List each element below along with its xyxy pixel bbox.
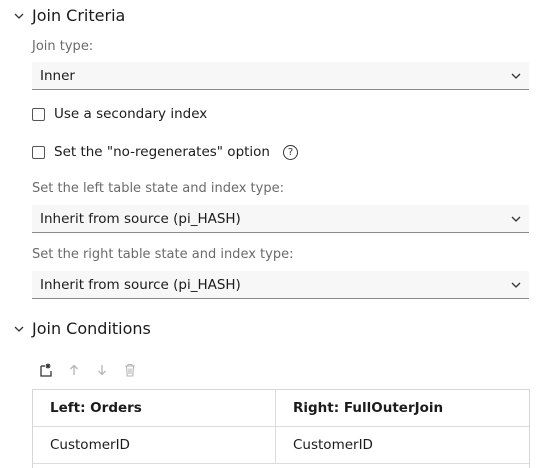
trash-icon[interactable]: [122, 362, 138, 378]
chevron-down-icon: [509, 212, 523, 226]
left-state-value: Inherit from source (pi_HASH): [40, 210, 241, 227]
right-field-cell[interactable]: CustomerID: [276, 427, 519, 463]
join-type-value: Inner: [40, 67, 75, 84]
chevron-down-icon: [509, 278, 523, 292]
no-regenerates-row[interactable]: Set the "no-regenerates" option ?: [32, 144, 298, 160]
column-header-left[interactable]: Left: Orders: [33, 390, 276, 426]
left-field-cell[interactable]: CustomerID: [33, 427, 276, 463]
left-state-select[interactable]: Inherit from source (pi_HASH): [32, 205, 529, 233]
chevron-down-icon: [509, 69, 523, 83]
secondary-index-row[interactable]: Use a secondary index: [32, 106, 207, 122]
conditions-table: Left: Orders Right: FullOuterJoin Custom…: [32, 389, 530, 468]
right-state-label: Set the right table state and index type…: [32, 247, 294, 262]
table-row[interactable]: CustomerID CustomerID: [33, 427, 529, 464]
tool-configuration-panel: Join Criteria Join type: Inner Use a sec…: [0, 0, 540, 468]
join-conditions-header[interactable]: Join Conditions: [12, 319, 151, 338]
arrow-down-icon[interactable]: [94, 362, 110, 378]
table-header-row: Left: Orders Right: FullOuterJoin: [33, 390, 529, 427]
help-icon[interactable]: ?: [283, 144, 298, 160]
left-state-label: Set the left table state and index type:: [32, 181, 284, 196]
no-regenerates-checkbox[interactable]: [32, 145, 45, 159]
conditions-toolbar: [38, 362, 138, 378]
join-criteria-title: Join Criteria: [32, 6, 126, 25]
join-type-label: Join type:: [32, 39, 94, 54]
column-header-right[interactable]: Right: FullOuterJoin: [276, 390, 519, 426]
chevron-down-icon[interactable]: [12, 9, 26, 23]
secondary-index-label: Use a secondary index: [54, 106, 208, 122]
join-criteria-header[interactable]: Join Criteria: [12, 6, 125, 25]
join-type-select[interactable]: Inner: [32, 62, 529, 90]
join-conditions-title: Join Conditions: [32, 319, 151, 338]
add-row-icon[interactable]: [38, 362, 54, 378]
right-state-select[interactable]: Inherit from source (pi_HASH): [32, 271, 529, 299]
right-state-value: Inherit from source (pi_HASH): [40, 276, 241, 293]
no-regenerates-label: Set the "no-regenerates" option: [54, 144, 270, 160]
arrow-up-icon[interactable]: [66, 362, 82, 378]
secondary-index-checkbox[interactable]: [32, 107, 45, 121]
chevron-down-icon[interactable]: [12, 322, 26, 336]
